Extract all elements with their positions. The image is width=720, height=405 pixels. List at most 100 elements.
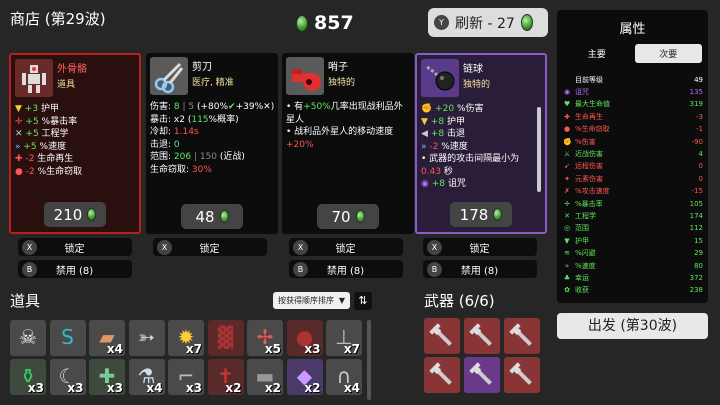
depart-button[interactable]: 出发 (第30波)	[557, 313, 708, 339]
sort-dropdown[interactable]: 按获得顺序排序 ▼	[273, 292, 350, 309]
stat-line: 范围: 206 | 150 (近战)	[150, 151, 274, 164]
material-gem-icon	[219, 210, 229, 223]
stat-text: %速度	[438, 141, 468, 152]
item-slot[interactable]: ☾ x3	[49, 359, 86, 395]
item-slot[interactable]: ▰ x4	[89, 320, 125, 356]
item-slot[interactable]: ✚ x3	[89, 359, 125, 395]
sort-order-icon[interactable]: ⇅	[354, 292, 372, 310]
attribute-value: 0	[698, 174, 703, 183]
item-slot[interactable]: ✝ x2	[207, 359, 244, 395]
item-slot[interactable]: ▬ x2	[247, 359, 283, 395]
item-slot[interactable]: ➳	[128, 320, 165, 356]
item-slot[interactable]: ✢ x5	[247, 320, 283, 356]
stat-line: ● -2 %生命窃取	[15, 166, 135, 179]
b-key-icon: B	[427, 261, 442, 277]
lock-button[interactable]: X 锁定	[153, 238, 267, 256]
stat-line: ▼ +3 护甲	[15, 103, 135, 116]
attribute-label: 工程学	[575, 211, 596, 220]
b-key-icon: B	[293, 261, 308, 277]
item-slot[interactable]: ▓	[207, 320, 244, 356]
attribute-label: 最大生命值	[575, 100, 610, 109]
stat-text: 秒	[441, 166, 453, 177]
item-slot[interactable]: ✹ x7	[168, 320, 204, 356]
attributes-panel: 属性 主要 次要 目前等级 49 ◉ 诅咒 135 ♥ 最大生命值 319 ✚ 生命再生 -3 ● %生…	[557, 10, 708, 303]
items-scrollbar[interactable]	[367, 320, 371, 400]
armor-icon: ▓	[217, 325, 234, 349]
stat-text: ✕	[263, 102, 271, 112]
ban-button[interactable]: B 禁用 (8)	[423, 260, 537, 278]
stat-text: 伤害:	[150, 102, 174, 112]
item-quantity: x2	[304, 381, 321, 395]
stat-text: %暴击率	[38, 116, 78, 127]
item-slot[interactable]: ● x3	[286, 320, 323, 356]
shop-card-scissors[interactable]: 剪刀 医疗, 精准 伤害: 8 | 5 (+80%✔+39%✕) 暴击: x2 (…	[146, 53, 278, 234]
x-key-icon: X	[157, 239, 172, 255]
ban-button[interactable]: B 禁用 (8)	[18, 260, 132, 278]
items-section-title: 道具	[10, 292, 41, 310]
ban-label: 禁用 (8)	[460, 265, 499, 277]
stat-text: 206	[173, 152, 192, 162]
material-gem-icon	[493, 208, 503, 221]
attribute-row: ♣ 幸运 372	[563, 272, 703, 283]
attribute-icon: ✿	[564, 286, 570, 295]
attribute-label: 远程伤害	[575, 162, 603, 171]
stat-text: -2	[429, 141, 439, 152]
attribute-row: ▼ 护甲 15	[563, 235, 703, 246]
item-quantity: x4	[146, 381, 163, 395]
shop-card-whistle[interactable]: 哨子 独特的 • 有+50%几率出现战利品外星人 • 战利品外星人的移动速度 +20…	[282, 53, 414, 234]
item-quantity: x4	[343, 381, 360, 395]
weapon-slot[interactable]	[424, 357, 460, 393]
price-tag: 210	[44, 202, 106, 227]
weapon-slot[interactable]	[504, 357, 540, 393]
material-gem-icon	[296, 14, 308, 32]
shop-card-exoskeleton[interactable]: 外骨骼 道具 ▼ +3 护甲 ✛ +5 %暴击率 ✕ +5 工程学» +5 %速度 ✚…	[9, 53, 141, 234]
lock-button[interactable]: X 锁定	[18, 238, 132, 256]
item-slot[interactable]: ◆ x2	[286, 359, 323, 395]
item-slot[interactable]: ⚗ x4	[128, 359, 165, 395]
attribute-value: 319	[689, 100, 703, 109]
item-slot[interactable]: ⌐ x3	[168, 359, 204, 395]
card-stats: 伤害: 8 | 5 (+80%✔+39%✕) 暴击: x2 (115%概率) 冷却:…	[150, 95, 274, 176]
stat-text: (+80%	[196, 102, 229, 112]
attribute-label: %伤害	[575, 137, 596, 146]
card-stats: ✊ +20 %伤害 ▼ +8 护甲 ◀ +8 击退» -2 %速度 • 武器的攻击间隔…	[421, 97, 541, 191]
stat-text: +8	[430, 129, 445, 139]
card-scrollbar[interactable]	[537, 107, 541, 192]
attribute-label: %暴击率	[575, 199, 603, 208]
refresh-button[interactable]: Y 刷新 - 27	[428, 8, 548, 37]
item-slot[interactable]: ⚱ x3	[10, 359, 46, 395]
attribute-label: 幸运	[575, 273, 589, 282]
weapon-slot[interactable]	[464, 357, 500, 393]
item-slot[interactable]: ⊥ x7	[326, 320, 362, 356]
leech-icon: ●	[15, 166, 26, 177]
attribute-value: 174	[689, 211, 703, 220]
attribute-value: -3	[696, 112, 703, 121]
stat-text: %速度	[36, 141, 67, 152]
lock-button[interactable]: X 锁定	[289, 238, 403, 256]
weapon-slot[interactable]	[464, 318, 500, 354]
item-quantity: x2	[225, 381, 242, 395]
ban-button[interactable]: B 禁用 (8)	[289, 260, 403, 278]
attribute-icon: ≋	[564, 249, 570, 258]
wrench-icon	[429, 323, 452, 346]
item-slot[interactable]: ☠	[10, 320, 46, 356]
stat-line: +20%	[286, 139, 410, 152]
stat-text: 0	[173, 139, 180, 150]
attribute-icon: ◎	[563, 224, 571, 233]
shop-card-ball-and-chain[interactable]: 链球 独特的 ✊ +20 %伤害 ▼ +8 护甲 ◀ +8 击退» -2 %速度 • …	[415, 53, 547, 234]
tab-main[interactable]: 主要	[563, 44, 631, 63]
attribute-label: %闪避	[575, 249, 596, 258]
price-tag: 48	[181, 204, 243, 229]
weapon-slot[interactable]	[504, 318, 540, 354]
item-slot[interactable]: S	[49, 320, 86, 356]
item-quantity: x3	[106, 381, 123, 395]
attribute-icon: ✊	[563, 137, 572, 146]
stat-line: ✊ +20 %伤害	[421, 103, 541, 116]
wrench-icon	[509, 362, 532, 385]
stat-text: 有	[294, 102, 304, 112]
lock-button[interactable]: X 锁定	[423, 238, 537, 256]
item-slot[interactable]: ∩ x4	[326, 359, 362, 395]
tab-secondary[interactable]: 次要	[634, 44, 702, 63]
weapon-slot[interactable]	[424, 318, 460, 354]
attribute-row: ◉ 诅咒 135	[563, 86, 703, 97]
